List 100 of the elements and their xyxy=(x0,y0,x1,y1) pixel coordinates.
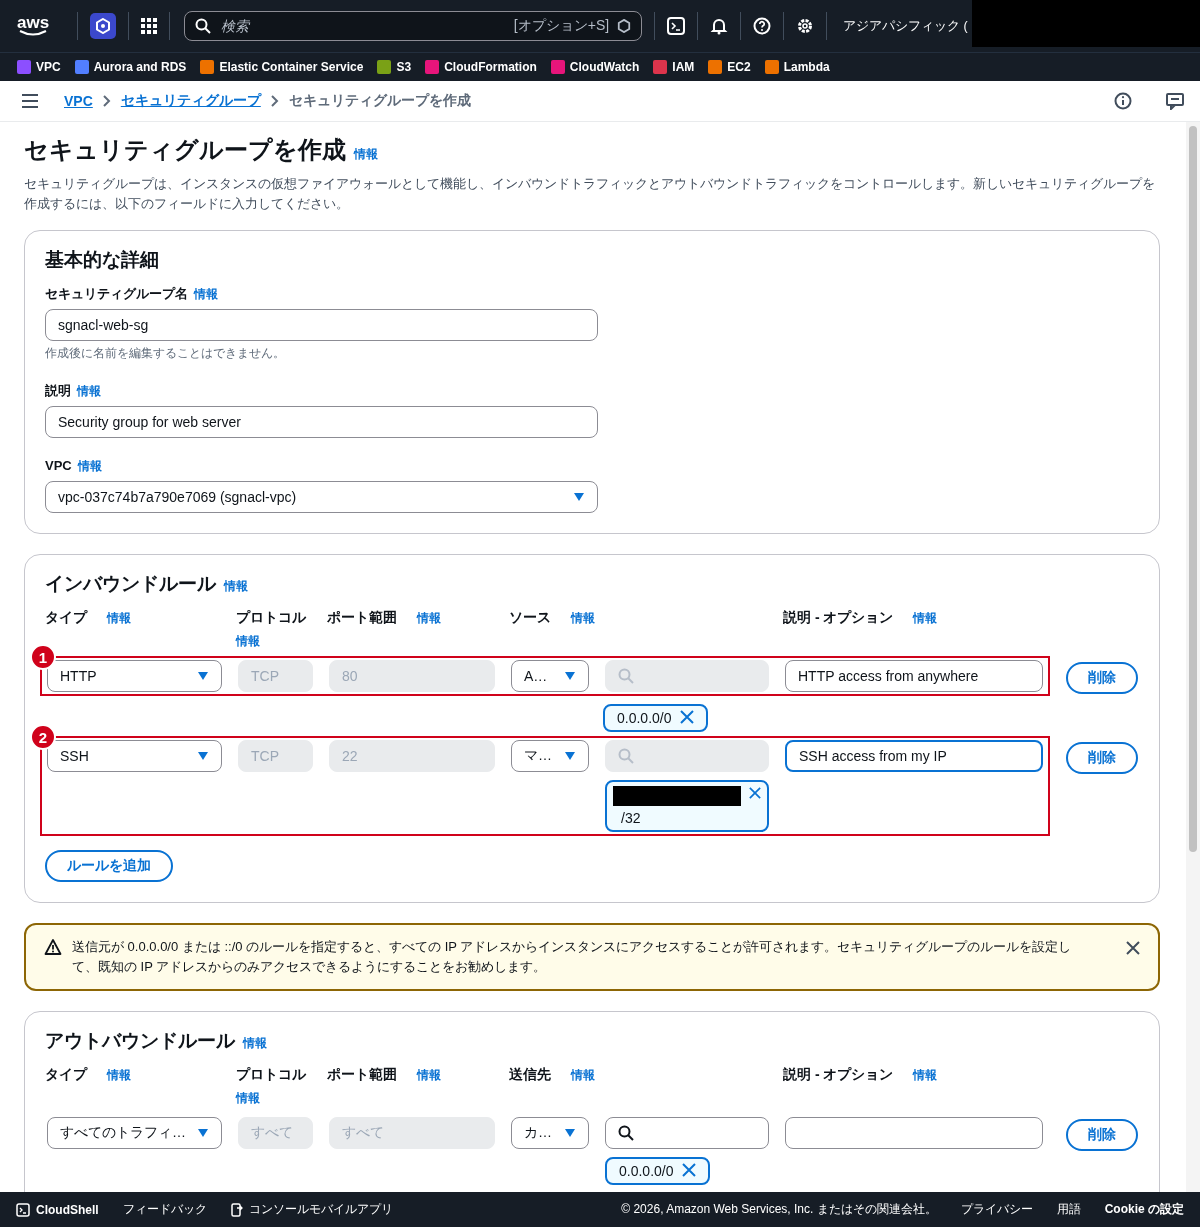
feedback-link[interactable]: フィードバック xyxy=(122,1201,207,1218)
close-icon[interactable] xyxy=(681,1163,696,1177)
search-field[interactable] xyxy=(605,1117,769,1149)
field-label: 説明 xyxy=(45,382,71,400)
protocol-field: すべて xyxy=(238,1117,313,1149)
number-badge: 2 xyxy=(30,724,56,750)
close-icon[interactable] xyxy=(1126,941,1140,955)
hexagon-icon xyxy=(617,19,632,33)
delete-button[interactable]: 削除 xyxy=(1066,1119,1138,1151)
protocol-field: TCP xyxy=(238,660,313,692)
favorite-link[interactable]: CloudFormation xyxy=(425,60,537,74)
caret-icon xyxy=(197,671,209,681)
field-label: セキュリティグループ名 xyxy=(45,285,188,303)
type-select[interactable]: SSH xyxy=(47,740,222,772)
column-label: タイプ xyxy=(45,609,87,627)
grid-menu-icon[interactable] xyxy=(141,18,158,34)
help-icon[interactable] xyxy=(753,17,772,35)
port-field: 22 xyxy=(329,740,495,772)
column-label: 説明 - オプション xyxy=(783,609,894,627)
search-icon xyxy=(618,748,634,764)
info-link[interactable]: 情報 xyxy=(236,633,260,650)
region-selector[interactable]: アジアパシフィック ( xyxy=(843,17,968,35)
favorite-link[interactable]: CloudWatch xyxy=(550,60,640,74)
info-link[interactable]: 情報 xyxy=(571,610,595,627)
info-link[interactable]: 情報 xyxy=(107,1067,131,1084)
info-link[interactable]: 情報 xyxy=(236,1090,260,1107)
terminal-icon[interactable] xyxy=(667,17,686,35)
footer-link[interactable]: 用語 xyxy=(1056,1201,1081,1218)
search-icon xyxy=(195,18,212,34)
search-bar[interactable]: 検索 [オプション+S] xyxy=(184,11,643,41)
vpc-select[interactable]: vpc-037c74b7a790e7069 (sgnacl-vpc) xyxy=(45,481,598,513)
warning-icon xyxy=(44,938,62,956)
ip-token: 0.0.0.0/0 xyxy=(603,704,708,732)
settings-icon[interactable] xyxy=(796,17,815,35)
column-label: プロトコル xyxy=(236,609,306,627)
page-description: セキュリティグループは、インスタンスの仮想ファイアウォールとして機能し、インバウンドトラフィックとアウトバウンドトラフィックをコントロールします。新しいセキュリティグループを作成するには、以下のフィールドに入力してください。 xyxy=(24,175,1156,213)
hexagon-app-icon[interactable] xyxy=(90,13,117,39)
add-rule-button[interactable]: ルールを追加 xyxy=(45,850,173,882)
ip-token: /32 xyxy=(605,780,769,832)
type-select[interactable]: HTTP xyxy=(47,660,222,692)
favorite-link[interactable]: EC2 xyxy=(708,60,751,74)
port-field: すべて xyxy=(329,1117,495,1149)
info-link[interactable]: 情報 xyxy=(243,1035,267,1052)
protocol-field: TCP xyxy=(238,740,313,772)
info-link[interactable]: 情報 xyxy=(77,458,102,475)
number-badge: 1 xyxy=(30,644,56,670)
aws-logo[interactable]: aws xyxy=(17,16,50,36)
column-label: タイプ xyxy=(45,1066,87,1084)
column-label: 送信先 xyxy=(509,1066,551,1084)
info-link[interactable]: 情報 xyxy=(571,1067,595,1084)
footer-link[interactable]: プライバシー xyxy=(960,1201,1033,1218)
favorite-link[interactable]: Lambda xyxy=(764,60,830,74)
source-select[interactable]: カ… xyxy=(511,1117,589,1149)
info-link[interactable]: 情報 xyxy=(913,610,938,627)
info-link[interactable]: 情報 xyxy=(417,610,441,627)
breadcrumb-link[interactable]: セキュリティグループ xyxy=(120,92,261,110)
info-link[interactable]: 情報 xyxy=(194,286,218,303)
source-select[interactable]: マ… xyxy=(511,740,589,772)
delete-button[interactable]: 削除 xyxy=(1066,662,1138,694)
footer-link[interactable]: Cookie の設定 xyxy=(1104,1201,1184,1218)
favorite-link[interactable]: VPC xyxy=(17,60,61,74)
info-link[interactable]: 情報 xyxy=(224,578,248,595)
description-field[interactable]: HTTP access from anywhere xyxy=(785,660,1043,692)
cloudshell-link[interactable]: CloudShell xyxy=(16,1202,99,1217)
input-field[interactable]: Security group for web server xyxy=(45,406,598,438)
description-field[interactable]: SSH access from my IP xyxy=(785,740,1043,772)
delete-button[interactable]: 削除 xyxy=(1066,742,1138,774)
info-link[interactable]: 情報 xyxy=(107,610,131,627)
type-select[interactable]: すべてのトラフィ… xyxy=(47,1117,222,1149)
terminal-icon xyxy=(16,1202,30,1217)
feedback-icon[interactable] xyxy=(1166,92,1184,110)
menu-icon[interactable] xyxy=(22,94,38,108)
info-link[interactable]: 情報 xyxy=(417,1067,441,1084)
input-field[interactable]: sgnacl-web-sg xyxy=(45,309,598,341)
info-link[interactable]: 情報 xyxy=(77,383,101,400)
favorite-link[interactable]: Aurora and RDS xyxy=(74,60,187,74)
field-hint: 作成後に名前を編集することはできません。 xyxy=(45,345,286,362)
shortcut-hint: [オプション+S] xyxy=(513,17,610,35)
info-link[interactable]: 情報 xyxy=(354,146,378,163)
favorite-link[interactable]: IAM xyxy=(653,60,695,74)
search-field[interactable]: 検索 xyxy=(219,17,506,35)
favorite-link[interactable]: Elastic Container Service xyxy=(200,60,364,74)
breadcrumb-link[interactable]: VPC xyxy=(64,93,93,109)
description-field[interactable] xyxy=(785,1117,1043,1149)
info-link[interactable]: 情報 xyxy=(913,1067,938,1084)
close-icon[interactable] xyxy=(679,710,694,724)
column-label: ポート範囲 xyxy=(327,1066,397,1084)
favorite-link[interactable]: S3 xyxy=(377,60,412,74)
warning-text: 送信元が 0.0.0.0/0 または ::/0 のルールを指定すると、すべての IP アドレスからインスタンスにアクセスすることが許可されます。セキュリティグループのルールを設定して、既知の IP アドレスからのみアクセスできるようにすることをお勧めします。 xyxy=(72,938,1073,976)
phone-icon xyxy=(230,1202,243,1217)
scrollbar[interactable] xyxy=(1186,122,1200,1192)
source-select[interactable]: A… xyxy=(511,660,589,692)
field-label: VPC xyxy=(45,458,72,473)
close-icon[interactable] xyxy=(749,786,761,800)
page-title: セキュリティグループを作成 xyxy=(24,135,346,165)
column-label: プロトコル xyxy=(236,1066,306,1084)
breadcrumb-current: セキュリティグループを作成 xyxy=(288,92,471,110)
info-icon[interactable] xyxy=(1114,92,1132,110)
notification-bell-icon[interactable] xyxy=(710,17,729,35)
mobile-app-link[interactable]: コンソールモバイルアプリ xyxy=(230,1201,393,1218)
